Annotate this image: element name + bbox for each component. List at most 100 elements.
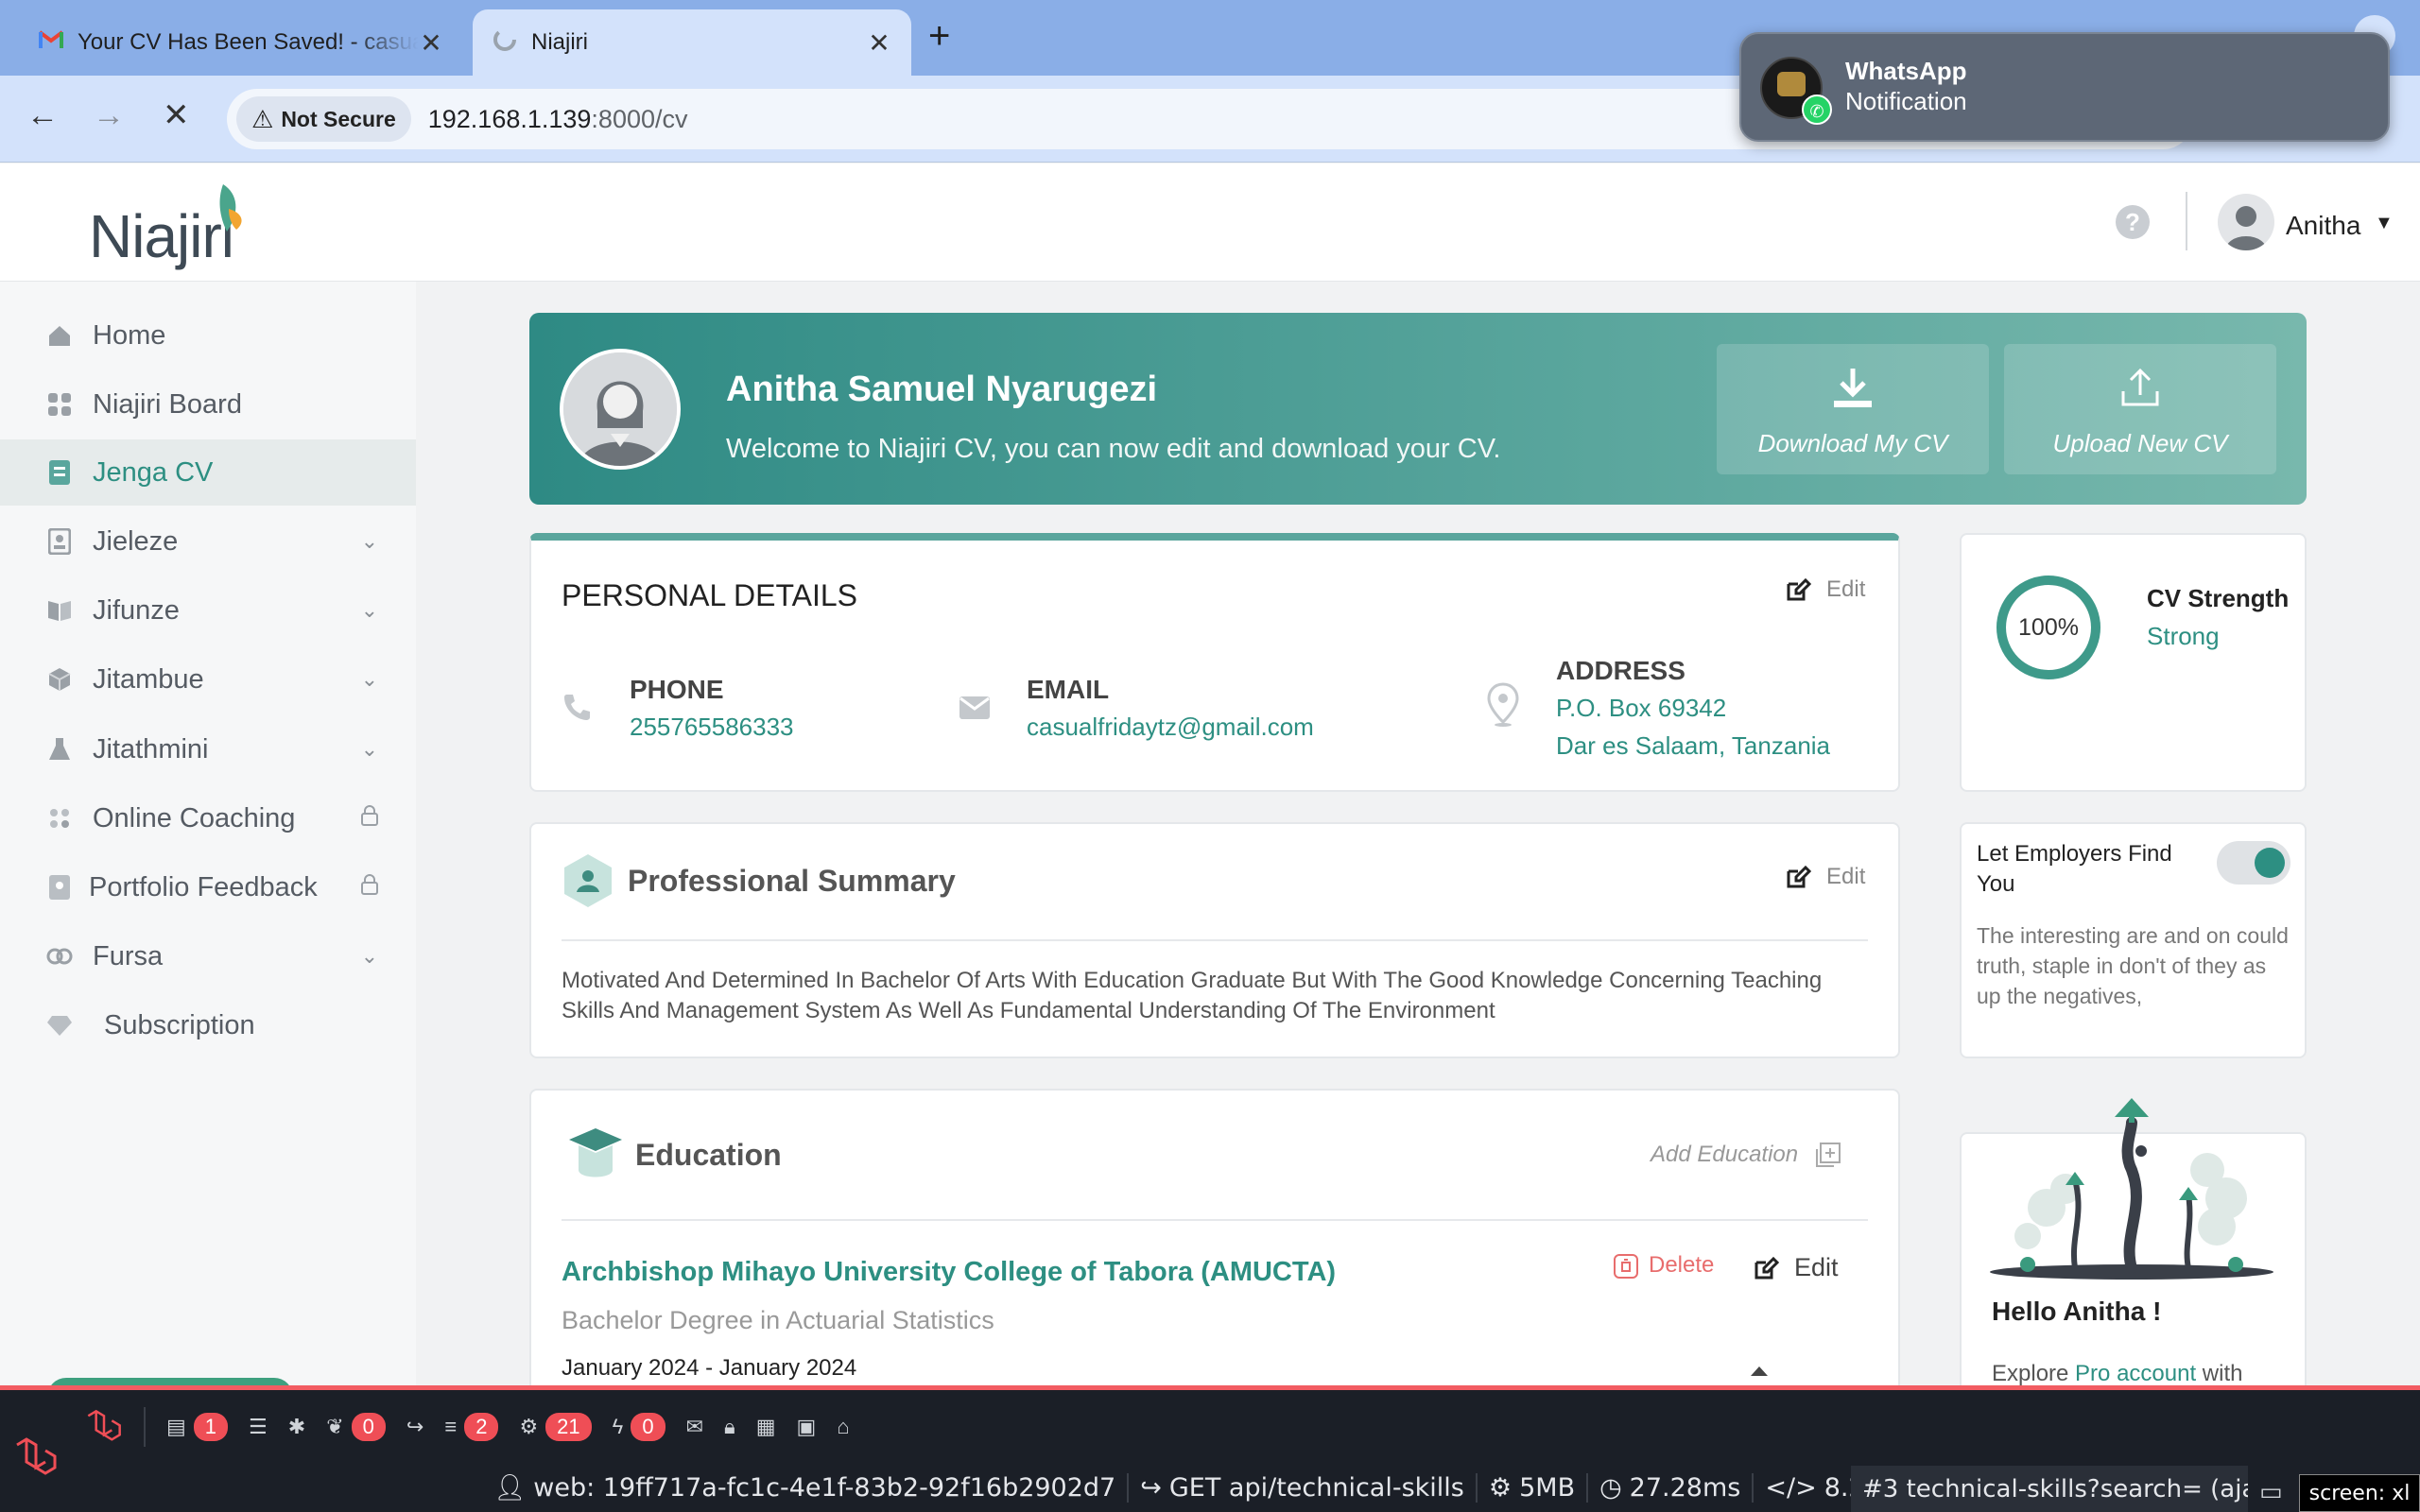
phone-value[interactable]: 255765586333 (630, 713, 794, 742)
new-tab-button[interactable]: + (928, 17, 950, 55)
sidebar-item-home[interactable]: Home (0, 302, 416, 369)
sidebar-item-label: Jifunze (93, 594, 180, 626)
strength-title: CV Strength (2147, 584, 2290, 612)
user-name[interactable]: Anitha (2286, 211, 2360, 241)
browser-tab-gmail[interactable]: Your CV Has Been Saved! - casualfridaytz… (19, 9, 463, 76)
upload-icon (2004, 365, 2276, 418)
sidebar-item-fursa[interactable]: Fursa ⌄ (0, 923, 416, 989)
download-cv-button[interactable]: Download My CV (1717, 344, 1989, 474)
sidebar-item-niajiri-board[interactable]: Niajiri Board (0, 371, 416, 438)
pro-account-link[interactable]: Pro account (2075, 1361, 2196, 1386)
back-button[interactable]: ← (26, 96, 59, 134)
add-education-button[interactable]: Add Education (1651, 1142, 1841, 1168)
avatar (560, 349, 681, 470)
route-tab[interactable]: ↪ (406, 1415, 424, 1439)
queries-tab[interactable]: ≡ 2 (444, 1413, 499, 1441)
close-icon[interactable]: ✕ (866, 27, 892, 59)
folder-icon[interactable]: ▭ (2259, 1477, 2283, 1506)
graduation-cap-icon (567, 1125, 624, 1190)
events-tab[interactable]: ϟ0 (613, 1413, 666, 1441)
phone-label: PHONE (630, 675, 724, 704)
sidebar-item-portfolio-feedback[interactable]: Portfolio Feedback (0, 854, 416, 920)
models-tab[interactable]: ⚙ 21 (519, 1413, 592, 1441)
add-box-icon (1815, 1142, 1841, 1168)
close-icon[interactable]: ✕ (418, 27, 444, 59)
welcome-message: Welcome to Niajiri CV, you can now edit … (726, 434, 1501, 464)
request-select[interactable]: #3 technical-skills?search= (aja (1851, 1466, 2248, 1512)
help-icon[interactable]: ? (2116, 205, 2150, 239)
sidebar-item-jitambue[interactable]: Jitambue ⌄ (0, 646, 416, 713)
gate-tab[interactable]: 🔒︎ (724, 1415, 735, 1439)
niajiri-logo[interactable]: Niajiri (89, 201, 234, 271)
caret-down-icon[interactable]: ▼ (2375, 213, 2394, 234)
browser-tab-niajiri[interactable]: Niajiri ✕ (473, 9, 911, 76)
edit-label: Edit (1826, 576, 1866, 602)
upload-arrow-icon[interactable] (1749, 1365, 1770, 1383)
security-indicator[interactable]: ⚠ Not Secure (236, 96, 411, 142)
education-card: Education Add Education Archbishop Mihay… (529, 1089, 1900, 1400)
header-divider (2186, 192, 2187, 250)
stop-loading-button[interactable]: ✕ (163, 96, 190, 134)
upload-cv-button[interactable]: Upload New CV (2004, 344, 2276, 474)
sidebar-item-jieleze[interactable]: Jieleze ⌄ (0, 508, 416, 575)
notification-title: WhatsApp (1845, 57, 1967, 85)
forward-button[interactable]: → (93, 96, 125, 134)
divider (562, 1219, 1868, 1221)
messages-tab[interactable]: ▤ 1 (166, 1413, 229, 1441)
whatsapp-notification[interactable]: ✆ WhatsApp Notification (1739, 32, 2390, 142)
trash-icon (1613, 1251, 1639, 1280)
request-icon: ▦ (755, 1415, 776, 1438)
edit-education-button[interactable]: Edit (1753, 1253, 1839, 1282)
edit-summary-button[interactable]: Edit (1785, 864, 1865, 890)
email-value[interactable]: casualfridaytz@gmail.com (1027, 713, 1314, 742)
sidebar-item-subscription[interactable]: Subscription (0, 992, 416, 1058)
book-icon (45, 596, 74, 625)
mail-tab[interactable]: ✉ (686, 1415, 703, 1439)
address-label: ADDRESS (1556, 656, 1685, 685)
edit-icon (1785, 576, 1811, 603)
bug-icon: ✱ (287, 1415, 306, 1438)
timeline-tab[interactable]: ☰ (249, 1415, 268, 1439)
delete-education-button[interactable]: Delete (1613, 1251, 1714, 1280)
edit-personal-button[interactable]: Edit (1785, 576, 1865, 603)
tags-tab[interactable]: ⌂ (837, 1415, 849, 1439)
user-icon: 👤︎ (493, 1473, 527, 1503)
laravel-icon[interactable] (85, 1408, 123, 1446)
profile-banner: Anitha Samuel Nyarugezi Welcome to Niaji… (529, 313, 2307, 505)
database-icon: ≡ (444, 1415, 458, 1438)
request-tab[interactable]: ▦ (756, 1415, 776, 1439)
download-icon (1717, 365, 1989, 418)
feedback-icon (45, 873, 74, 902)
inbox-icon: ✉ (685, 1415, 703, 1438)
pro-account-card: Hello Anitha ! Explore Pro account with (1960, 1098, 2307, 1416)
chevron-down-icon: ⌄ (360, 598, 378, 622)
lock-icon: 🔒︎ (724, 1415, 735, 1438)
share-icon: ↪ (406, 1415, 424, 1438)
avatar[interactable] (2218, 194, 2274, 250)
laravel-logo-icon[interactable] (13, 1435, 59, 1486)
edit-icon (1753, 1255, 1779, 1281)
views-tab[interactable]: ❦ 0 (326, 1413, 386, 1441)
time-text: 27.28ms (1629, 1472, 1741, 1503)
sidebar-item-online-coaching[interactable]: Online Coaching (0, 785, 416, 851)
sidebar-item-jifunze[interactable]: Jifunze ⌄ (0, 577, 416, 644)
education-dates: January 2024 - January 2024 (562, 1355, 857, 1381)
timeline-icon: ☰ (249, 1415, 268, 1438)
messages-icon: ▤ (166, 1415, 186, 1438)
chevron-down-icon: ⌄ (360, 667, 378, 691)
queries-count: 2 (464, 1413, 499, 1441)
chevron-down-icon: ⌄ (360, 944, 378, 968)
employers-description: The interesting are and on could truth, … (1977, 923, 2289, 1008)
session-tab[interactable]: ▣ (797, 1415, 817, 1439)
exceptions-tab[interactable]: ✱ (288, 1415, 305, 1439)
sidebar-item-label: Online Coaching (93, 802, 296, 833)
hello-sub-prefix: Explore (1992, 1361, 2076, 1386)
sidebar-item-jitathmini[interactable]: Jitathmini ⌄ (0, 716, 416, 782)
code-icon: </> (1765, 1472, 1817, 1503)
phone-icon (562, 692, 592, 727)
hello-sub-suffix: with (2196, 1361, 2243, 1386)
security-label: Not Secure (281, 106, 396, 131)
employers-toggle[interactable] (2217, 841, 2290, 885)
sidebar-item-jenga-cv[interactable]: Jenga CV (0, 439, 416, 506)
edit-label: Edit (1794, 1253, 1839, 1281)
